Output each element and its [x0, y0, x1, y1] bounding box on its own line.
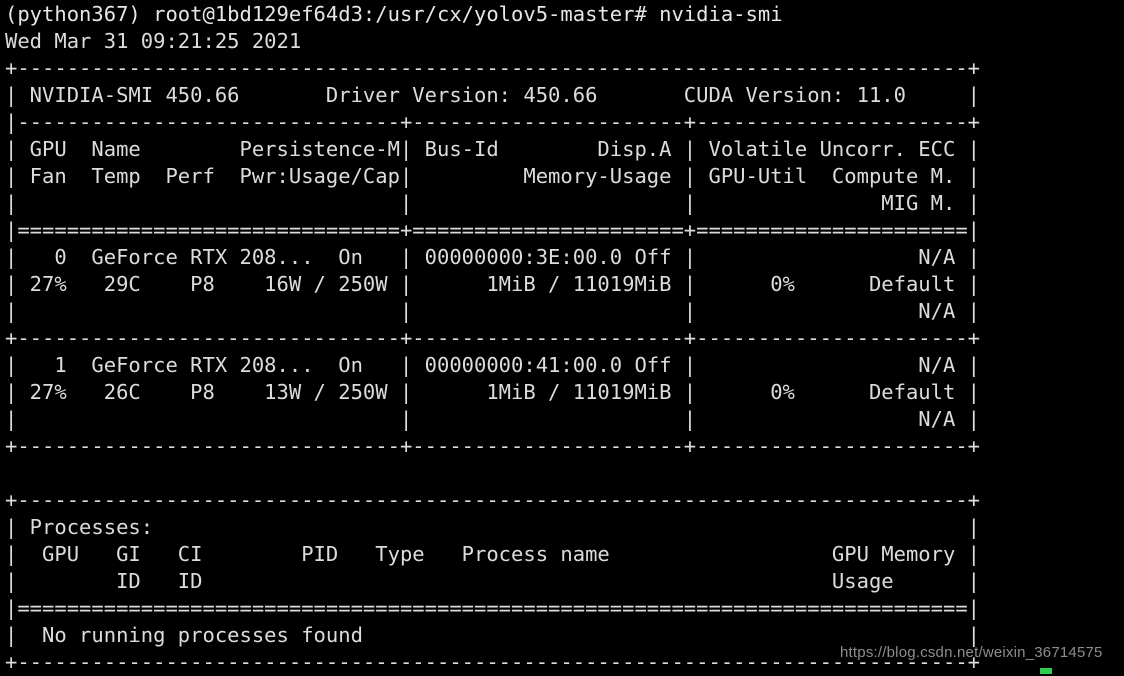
table-top-border: +---------------------------------------… [0, 55, 1124, 82]
blank-separator-line [0, 460, 1124, 487]
gpu-header-row-1: | GPU Name Persistence-M| Bus-Id Disp.A … [0, 136, 1124, 163]
gpu-0-row-3: | | | N/A | [0, 298, 1124, 325]
gpu-1-bottom-border: +-------------------------------+-------… [0, 433, 1124, 460]
gpu-0-row-1: | 0 GeForce RTX 208... On | 00000000:3E:… [0, 244, 1124, 271]
terminal-window[interactable]: (python367) root@1bd129ef64d3:/usr/cx/yo… [0, 0, 1124, 675]
terminal-cursor [1040, 668, 1052, 674]
gpu-0-bottom-border: +-------------------------------+-------… [0, 325, 1124, 352]
shell-prompt-line: (python367) root@1bd129ef64d3:/usr/cx/yo… [0, 1, 1124, 28]
processes-bottom-border: +---------------------------------------… [0, 649, 1124, 676]
table-divider: |-------------------------------+-------… [0, 109, 1124, 136]
gpu-header-row-3: | | | MIG M. | [0, 190, 1124, 217]
gpu-1-row-1: | 1 GeForce RTX 208... On | 00000000:41:… [0, 352, 1124, 379]
smi-timestamp-line: Wed Mar 31 09:21:25 2021 [0, 28, 1124, 55]
processes-empty-message: | No running processes found | [0, 622, 1124, 649]
processes-header-row-1: | GPU GI CI PID Type Process name GPU Me… [0, 541, 1124, 568]
smi-version-line: | NVIDIA-SMI 450.66 Driver Version: 450.… [0, 82, 1124, 109]
gpu-header-separator: |===============================+=======… [0, 217, 1124, 244]
processes-title-line: | Processes: | [0, 514, 1124, 541]
gpu-1-row-2: | 27% 26C P8 13W / 250W | 1MiB / 11019Mi… [0, 379, 1124, 406]
gpu-0-row-2: | 27% 29C P8 16W / 250W | 1MiB / 11019Mi… [0, 271, 1124, 298]
gpu-1-row-3: | | | N/A | [0, 406, 1124, 433]
processes-top-border: +---------------------------------------… [0, 487, 1124, 514]
gpu-header-row-2: | Fan Temp Perf Pwr:Usage/Cap| Memory-Us… [0, 163, 1124, 190]
processes-header-row-2: | ID ID Usage | [0, 568, 1124, 595]
processes-header-separator: |=======================================… [0, 595, 1124, 622]
